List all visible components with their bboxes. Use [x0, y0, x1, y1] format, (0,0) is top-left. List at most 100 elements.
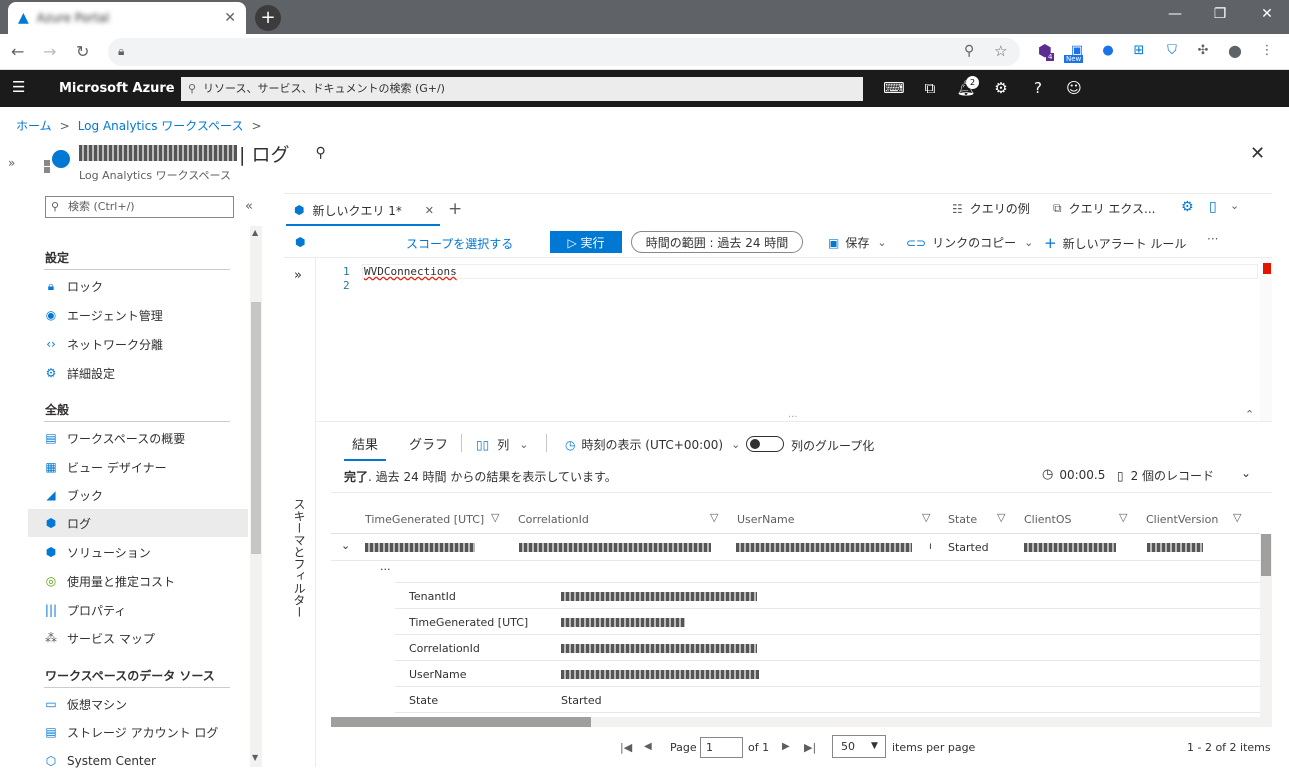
chevron-down-icon[interactable]: ⌄ [1230, 199, 1239, 212]
zoom-icon[interactable]: ⚲ [964, 43, 974, 59]
filter-icon[interactable]: ▽ [710, 511, 722, 524]
extension-globe-icon[interactable]: ● [1099, 42, 1117, 60]
query-examples-button[interactable]: ☷ クエリの例 [952, 200, 1030, 217]
save-button[interactable]: ▣ 保存 ⌄ [828, 234, 887, 251]
extensions-puzzle-icon[interactable]: ✣ [1194, 42, 1212, 60]
sidebar-item-properties[interactable]: ||| プロパティ [28, 596, 248, 624]
schema-filter-pane[interactable]: » スキーマとフィルター [284, 258, 316, 767]
help-icon[interactable]: ? [1027, 79, 1049, 97]
editor-scrollbar[interactable] [1260, 258, 1272, 421]
more-options-icon[interactable]: ··· [1207, 232, 1218, 246]
grid-vertical-scrollbar[interactable] [1260, 534, 1272, 717]
close-tab-icon[interactable]: ✕ [224, 10, 236, 26]
filter-icon[interactable]: ▽ [1233, 511, 1245, 524]
columns-button[interactable]: ▯▯ 列 ⌄ [476, 436, 528, 453]
previous-page-icon[interactable]: ◀ [644, 741, 652, 752]
chevron-down-icon[interactable]: ⌄ [341, 539, 350, 552]
browser-tab[interactable]: ▲ Azure Portal ✕ [8, 2, 246, 34]
breadcrumb-workspace[interactable]: Log Analytics ワークスペース [78, 117, 244, 134]
filter-icon[interactable]: ▽ [1119, 511, 1131, 524]
sidebar-item-network[interactable]: ‹› ネットワーク分離 [28, 330, 248, 358]
feedback-smiley-icon[interactable]: ☺ [1063, 79, 1085, 97]
profile-icon[interactable]: ● [1226, 42, 1244, 60]
column-header[interactable]: ClientVersion [1146, 513, 1218, 526]
select-scope-link[interactable]: スコープを選択する [406, 235, 513, 252]
close-blade-icon[interactable]: ✕ [1250, 143, 1265, 164]
sidebar-item-logs[interactable]: ⬢ ログ [28, 509, 248, 537]
column-header[interactable]: TimeGenerated [UTC] [365, 513, 484, 526]
timezone-button[interactable]: ◷ 時刻の表示 (UTC+00:00) ⌄ [565, 436, 740, 453]
sidebar-item-solutions[interactable]: ⬢ ソリューション [28, 538, 248, 566]
global-search-input[interactable]: ⚲ リソース、サービス、ドキュメントの検索 (G+/) [181, 77, 863, 101]
sidebar-item-usage[interactable]: ◎ 使用量と推定コスト [28, 567, 248, 595]
filter-icon[interactable]: ▽ [491, 511, 503, 524]
sidebar-item-designer[interactable]: ▦ ビュー デザイナー [28, 453, 248, 481]
copy-link-button[interactable]: ⊂⊃ リンクのコピー ⌄ [906, 234, 1033, 251]
settings-gear-icon[interactable]: ⚙ [990, 79, 1012, 97]
query-explorer-button[interactable]: ⧉ クエリ エクス... [1053, 200, 1155, 217]
page-size-select[interactable]: 50 ▼ [832, 735, 886, 758]
minimize-icon[interactable]: — [1160, 6, 1190, 22]
filter-icon[interactable]: ▽ [997, 511, 1009, 524]
address-bar[interactable]: 🔒︎ ⚲ ☆ [108, 38, 1020, 66]
add-tab-icon[interactable]: + [448, 199, 462, 219]
sidebar-item-books[interactable]: ◢ ブック [28, 481, 248, 509]
filter-icon[interactable]: ▽ [922, 511, 934, 524]
back-icon[interactable]: ← [11, 42, 24, 61]
bookmark-star-icon[interactable]: ☆ [994, 42, 1007, 60]
column-header[interactable]: UserName [737, 513, 795, 526]
breadcrumb-home[interactable]: ホーム [16, 117, 52, 134]
sidebar-scrollbar[interactable]: ▲ ▼ [250, 226, 262, 767]
brand-title[interactable]: Microsoft Azure [59, 81, 175, 96]
expand-schema-icon[interactable]: » [294, 268, 302, 283]
close-tab-icon[interactable]: ✕ [425, 204, 434, 217]
column-header[interactable]: ClientOS [1024, 513, 1072, 526]
sidebar-item-lock[interactable]: 🔒︎ ロック [28, 272, 248, 300]
collapse-results-icon[interactable]: ⌄ [1241, 466, 1251, 480]
portal-menu-icon[interactable]: ☰ [12, 78, 25, 96]
windows-icon[interactable]: ⊞ [1130, 42, 1148, 60]
table-row[interactable]: ⌄ ı Started [331, 534, 1260, 560]
book-icon[interactable]: ▯ [1209, 199, 1217, 215]
splitter-handle-icon[interactable]: ··· [788, 412, 798, 423]
run-button[interactable]: ▷ 実行 [550, 231, 622, 253]
grid-horizontal-scrollbar[interactable] [331, 717, 1272, 727]
collapse-editor-icon[interactable]: ⌃ [1245, 408, 1254, 421]
directory-filter-icon[interactable]: ⧉ [919, 79, 941, 97]
new-tab-button[interactable]: + [255, 5, 281, 31]
expand-more-icon[interactable]: ··· [380, 563, 391, 576]
sidebar-item-storage[interactable]: ▤ ストレージ アカウント ログ [28, 718, 248, 746]
close-window-icon[interactable]: ✕ [1252, 6, 1282, 22]
sidebar-item-syscenter[interactable]: ⬡ System Center [28, 747, 248, 775]
page-number-input[interactable]: 1 [700, 737, 743, 758]
sidebar-search-input[interactable]: ⚲ 検索 (Ctrl+/) [45, 196, 234, 218]
browser-menu-icon[interactable]: ⋮ [1258, 42, 1276, 60]
expand-menu-icon[interactable]: » [8, 156, 15, 170]
forward-icon[interactable]: → [43, 42, 56, 61]
new-alert-rule-button[interactable]: + 新しいアラート ルール [1044, 234, 1186, 252]
group-columns-toggle[interactable] [746, 436, 784, 452]
sidebar-item-agents[interactable]: ◉ エージェント管理 [28, 301, 248, 329]
next-page-icon[interactable]: ▶ [782, 741, 790, 752]
query-editor[interactable]: 1 2 WVDConnections ⌃ [316, 258, 1260, 421]
collapse-sidebar-icon[interactable]: « [245, 199, 253, 214]
sidebar-item-vm[interactable]: ▭ 仮想マシン [28, 690, 248, 718]
pin-icon[interactable]: ⚲ [315, 145, 325, 161]
tab-chart[interactable]: グラフ [409, 434, 448, 453]
shield-icon[interactable]: ⛉ [1163, 42, 1181, 60]
sidebar-item-advanced[interactable]: ⚙ 詳細設定 [28, 359, 248, 387]
column-header[interactable]: State [948, 513, 977, 526]
sidebar-item-servicemap[interactable]: ⁂ サービス マップ [28, 624, 248, 652]
sidebar-item-overview[interactable]: ▤ ワークスペースの概要 [28, 424, 248, 452]
query-code-text[interactable]: WVDConnections [364, 265, 457, 278]
maximize-icon[interactable]: ❐ [1205, 6, 1235, 22]
first-page-icon[interactable]: |◀ [620, 741, 632, 754]
time-range-button[interactable]: 時間の範囲 : 過去 24 時間 [631, 231, 803, 253]
last-page-icon[interactable]: ▶| [804, 741, 816, 754]
cloud-shell-icon[interactable]: ⌨ [883, 79, 905, 97]
gear-icon[interactable]: ⚙ [1181, 199, 1194, 215]
tab-results[interactable]: 結果 [344, 434, 387, 461]
tab-new-query[interactable]: ⬢ 新しいクエリ 1* ✕ [286, 196, 440, 226]
column-header[interactable]: CorrelationId [518, 513, 589, 526]
reload-icon[interactable]: ↻ [76, 42, 89, 61]
